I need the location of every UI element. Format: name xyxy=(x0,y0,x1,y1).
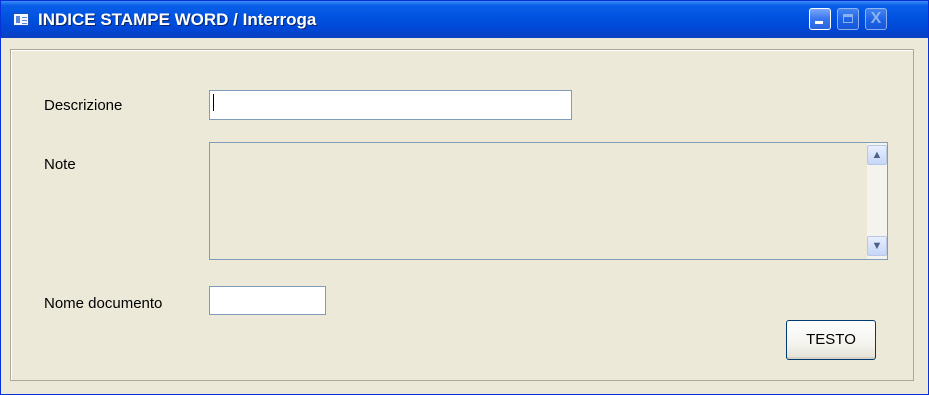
testo-button[interactable]: TESTO xyxy=(786,320,876,360)
note-textarea[interactable]: ▲ ▼ xyxy=(209,142,888,260)
close-icon: X xyxy=(870,10,882,27)
nome-documento-input[interactable] xyxy=(209,286,326,315)
title-bar[interactable]: INDICE STAMPE WORD / Interroga X xyxy=(1,1,928,38)
scroll-down-button[interactable]: ▼ xyxy=(867,236,887,256)
note-label: Note xyxy=(44,156,76,173)
app-window: INDICE STAMPE WORD / Interroga X Descriz… xyxy=(0,0,929,395)
chevron-up-icon: ▲ xyxy=(871,149,883,161)
descrizione-label: Descrizione xyxy=(44,97,123,114)
chevron-down-icon: ▼ xyxy=(871,240,883,252)
close-button[interactable]: X xyxy=(865,8,887,30)
nome-documento-label: Nome documento xyxy=(44,295,163,312)
maximize-icon xyxy=(843,14,853,23)
minimize-button[interactable] xyxy=(809,8,831,30)
note-scrollbar[interactable]: ▲ ▼ xyxy=(867,143,887,259)
maximize-button[interactable] xyxy=(837,8,859,30)
descrizione-input[interactable] xyxy=(209,90,572,120)
window-title: INDICE STAMPE WORD / Interroga xyxy=(38,10,317,29)
scroll-up-button[interactable]: ▲ xyxy=(867,145,887,165)
minimize-icon xyxy=(815,21,823,24)
form-window-icon[interactable] xyxy=(13,13,29,26)
text-caret xyxy=(213,94,214,111)
